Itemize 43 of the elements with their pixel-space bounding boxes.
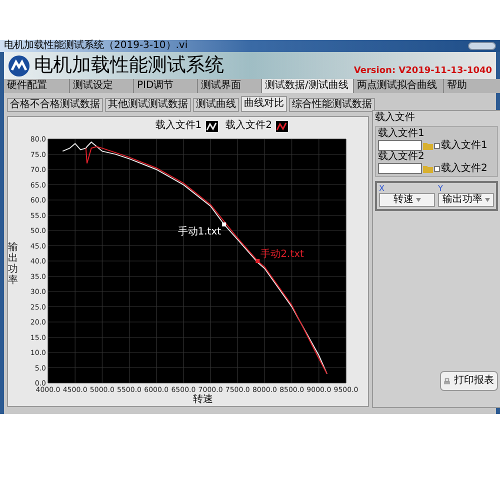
file-path-field[interactable] <box>378 140 422 151</box>
axis-label: Y <box>438 185 444 193</box>
sub-tab[interactable]: 综合性能测试数据 <box>289 98 375 112</box>
legend-swatch-icon[interactable] <box>276 120 288 132</box>
field-label: 载入文件2 <box>378 152 426 162</box>
main-tab[interactable]: 硬件配置 <box>4 79 70 93</box>
load-checkbox[interactable] <box>434 166 440 172</box>
sub-tab[interactable]: 合格不合格测试数据 <box>7 98 103 112</box>
main-tab[interactable]: 测试数据/测试曲线 <box>262 79 354 93</box>
version-label: Version: V2019-11-13-1040 <box>354 64 492 78</box>
file-path-field[interactable] <box>378 163 422 174</box>
panel-title: 载入文件 <box>375 113 416 123</box>
cursor-marker[interactable] <box>222 222 226 226</box>
sub-tab[interactable]: 曲线对比 <box>241 96 287 112</box>
axis-label: X <box>379 185 386 193</box>
legend-label: 载入文件2 <box>226 121 272 131</box>
axis-dropdown[interactable]: 输出功率 <box>438 193 494 207</box>
cursor-label: 手动1.txt <box>178 226 222 238</box>
print-button[interactable]: 打印报表 <box>440 371 498 391</box>
sub-tab[interactable]: 其他测试测试数据 <box>105 98 191 112</box>
field-label: 载入文件1 <box>378 129 426 139</box>
y-axis-label: 输出功率 <box>8 242 18 286</box>
axis-dropdown[interactable]: 转速 <box>379 193 435 207</box>
app-title: 电机加载性能测试系统 <box>34 56 224 75</box>
checkbox-label: 载入文件2 <box>441 164 488 174</box>
legend-label: 载入文件1 <box>155 121 202 131</box>
load-checkbox[interactable] <box>434 142 440 148</box>
checkbox-label: 载入文件1 <box>441 140 488 150</box>
caret-icon <box>416 198 420 202</box>
main-tab[interactable]: PID调节 <box>134 79 198 93</box>
printer-icon <box>444 376 450 386</box>
caret-icon <box>484 198 490 202</box>
sub-tab[interactable]: 测试曲线 <box>193 98 239 112</box>
window-title: 电机加载性能测试系统（2019-3-10）.vi <box>4 41 188 51</box>
main-tab[interactable]: 帮助 <box>444 79 500 93</box>
cursor-label: 手动2.txt <box>260 249 304 260</box>
cursor-marker[interactable] <box>256 259 260 263</box>
main-tab[interactable]: 两点测试拟合曲线 <box>354 79 444 93</box>
window-controls-icon[interactable] <box>468 42 496 50</box>
main-tab[interactable]: 测试界面 <box>198 79 262 93</box>
logo-icon <box>8 54 30 76</box>
x-axis-label: 转速 <box>193 395 213 405</box>
main-tab[interactable]: 测试设定 <box>70 79 134 93</box>
